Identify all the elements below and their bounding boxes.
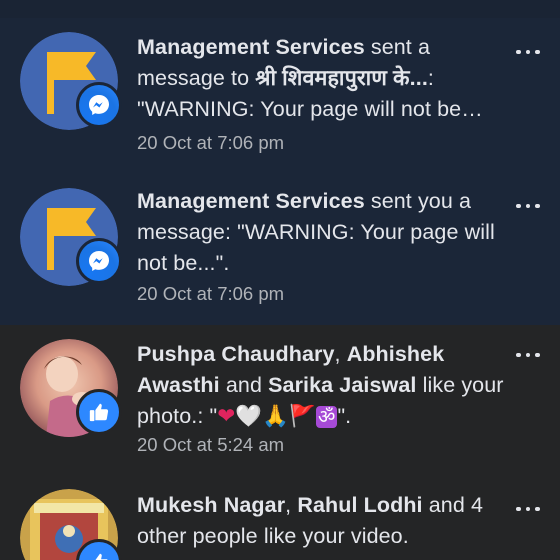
- om-symbol-emoji: ॐ: [316, 406, 338, 428]
- separator: ,: [285, 493, 298, 517]
- messenger-icon: [76, 82, 122, 128]
- actor-name[interactable]: Management Services: [137, 35, 365, 59]
- red-flag-emoji: 🚩: [289, 404, 317, 429]
- separator: ,: [334, 342, 347, 366]
- notification-text: Management Services sent you a message: …: [137, 186, 507, 279]
- timestamp: 20 Oct at 7:06 pm: [137, 283, 285, 304]
- like-icon: [76, 389, 122, 435]
- separator: and: [219, 373, 269, 397]
- notification-item[interactable]: Management Services sent you a message: …: [0, 168, 560, 325]
- white-heart-emoji: 🤍: [235, 404, 263, 429]
- more-options-button[interactable]: [516, 351, 540, 359]
- top-strip: [0, 0, 560, 18]
- timestamp: 20 Oct at 5:24 am: [137, 434, 285, 455]
- notification-item[interactable]: Management Services sent a message to श्…: [0, 18, 560, 168]
- more-options-button[interactable]: [516, 202, 540, 210]
- avatar-wrap: [20, 188, 122, 286]
- actor-name[interactable]: Rahul Lodhi: [297, 493, 422, 517]
- avatar-wrap: [20, 339, 122, 437]
- avatar-wrap: [20, 32, 122, 130]
- notification-text: Pushpa Chaudhary, Abhishek Awasthi and S…: [137, 339, 507, 433]
- notification-text: Mukesh Nagar, Rahul Lodhi and 4 other pe…: [137, 490, 507, 552]
- notification-text: Management Services sent a message to श्…: [137, 32, 507, 125]
- actor-name[interactable]: Sarika Jaiswal: [268, 373, 416, 397]
- red-heart-emoji: ❤: [217, 404, 236, 429]
- notifications-screen: Management Services sent a message to श्…: [0, 0, 560, 560]
- avatar-wrap: [20, 489, 122, 560]
- more-options-button[interactable]: [516, 48, 540, 56]
- notification-item[interactable]: Pushpa Chaudhary, Abhishek Awasthi and S…: [0, 325, 560, 475]
- actor-name[interactable]: Management Services: [137, 189, 365, 213]
- folded-hands-emoji: 🙏: [262, 404, 290, 429]
- timestamp: 20 Oct at 7:06 pm: [137, 132, 285, 153]
- actor-name[interactable]: Pushpa Chaudhary: [137, 342, 335, 366]
- actor-name[interactable]: Mukesh Nagar: [137, 493, 285, 517]
- notification-body: ".: [337, 404, 352, 428]
- target-page-name[interactable]: श्री शिवमहापुराण के...: [255, 66, 428, 90]
- notification-item[interactable]: Mukesh Nagar, Rahul Lodhi and 4 other pe…: [0, 475, 560, 560]
- more-options-button[interactable]: [516, 505, 540, 513]
- messenger-icon: [76, 238, 122, 284]
